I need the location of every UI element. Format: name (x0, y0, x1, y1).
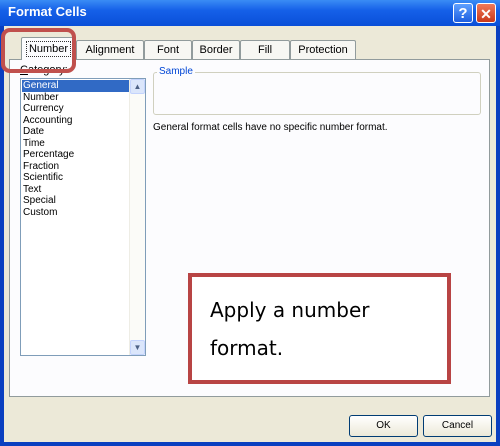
tab-protection-label: Protection (298, 44, 348, 56)
format-cells-dialog: Format Cells ? ✕ Number Alignment Font B… (0, 0, 500, 446)
dialog-title: Format Cells (8, 4, 87, 19)
category-item-currency[interactable]: Currency (22, 103, 131, 115)
tab-fill[interactable]: Fill (240, 40, 290, 59)
tab-border-label: Border (199, 44, 233, 56)
category-listbox[interactable]: General Number Currency Accounting Date … (20, 78, 146, 356)
callout-text: Apply a number format. (210, 298, 370, 360)
dialog-client-area: Number Alignment Font Border Fill Protec… (4, 26, 496, 442)
sample-groupbox: Sample (153, 66, 481, 115)
ok-button[interactable]: OK (349, 415, 418, 437)
number-tab-panel: Category: General Number Currency Accoun… (9, 59, 490, 397)
tab-font[interactable]: Font (144, 40, 192, 59)
category-item-scientific[interactable]: Scientific (22, 172, 131, 184)
close-button[interactable]: ✕ (476, 3, 496, 23)
help-button[interactable]: ? (453, 3, 473, 23)
tab-fill-label: Fill (257, 44, 273, 56)
category-item-date[interactable]: Date (22, 126, 131, 138)
category-item-accounting[interactable]: Accounting (22, 115, 131, 127)
category-item-special[interactable]: Special (22, 195, 131, 207)
category-item-number[interactable]: Number (22, 92, 131, 104)
category-item-percentage[interactable]: Percentage (22, 149, 131, 161)
category-list: General Number Currency Accounting Date … (22, 80, 131, 218)
tab-alignment[interactable]: Alignment (76, 40, 144, 59)
format-description: General format cells have no specific nu… (153, 122, 388, 133)
number-tab-highlight (1, 28, 76, 73)
instruction-callout: Apply a number format. (188, 273, 451, 384)
sample-label: Sample (157, 66, 195, 77)
category-item-fraction[interactable]: Fraction (22, 161, 131, 173)
tab-protection[interactable]: Protection (290, 40, 356, 59)
scroll-down-arrow-icon[interactable]: ▼ (130, 340, 145, 355)
category-item-time[interactable]: Time (22, 138, 131, 150)
category-item-text[interactable]: Text (22, 184, 131, 196)
tab-strip: Number Alignment Font Border Fill Protec… (4, 26, 496, 60)
cancel-button[interactable]: Cancel (423, 415, 492, 437)
tab-border[interactable]: Border (192, 40, 240, 59)
category-scrollbar[interactable]: ▲ ▼ (129, 79, 145, 355)
tab-font-label: Font (156, 44, 179, 56)
scroll-up-arrow-icon[interactable]: ▲ (130, 79, 145, 94)
category-item-custom[interactable]: Custom (22, 207, 131, 219)
category-item-general[interactable]: General (22, 80, 131, 92)
tab-alignment-label: Alignment (85, 44, 135, 56)
title-bar[interactable]: Format Cells ? ✕ (0, 0, 500, 26)
